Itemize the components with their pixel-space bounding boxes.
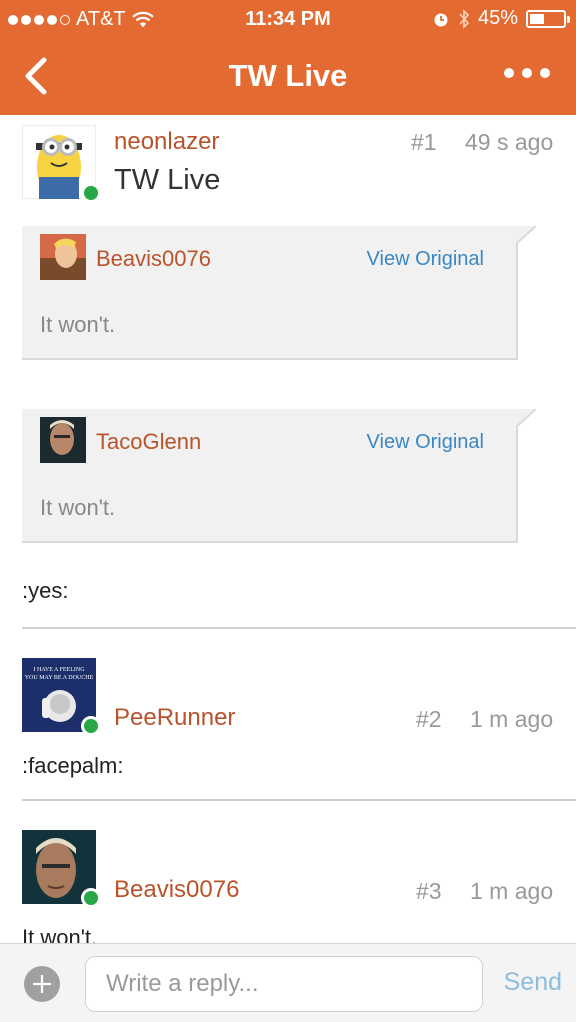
view-original-link[interactable]: View Original <box>367 248 484 271</box>
nav-bar: TW Live <box>0 38 576 115</box>
quote-avatar[interactable] <box>40 417 86 463</box>
post-time: 49 s ago <box>465 129 554 155</box>
bluetooth-icon <box>459 8 470 29</box>
post-divider <box>22 799 576 801</box>
quote-block: TacoGlenn View Original It won't. <box>22 409 536 543</box>
quote-tail <box>516 409 536 428</box>
quote-username[interactable]: Beavis0076 <box>96 246 211 272</box>
plus-icon <box>33 975 51 993</box>
app-header: AT&T 11:34 PM 45% TW Live <box>0 0 576 115</box>
svg-text:YOU MAY BE A DOUCHE: YOU MAY BE A DOUCHE <box>25 675 94 681</box>
post-time: 1 m ago <box>470 878 554 904</box>
battery-icon <box>526 9 570 28</box>
svg-text:I HAVE A FEELING: I HAVE A FEELING <box>33 667 85 673</box>
quote-block: Beavis0076 View Original It won't. <box>22 226 536 360</box>
alarm-icon <box>434 13 448 26</box>
add-attachment-button[interactable] <box>24 966 60 1002</box>
post-username[interactable]: PeeRunner <box>114 704 235 732</box>
thread-title: TW Live <box>114 164 221 196</box>
online-indicator <box>81 183 101 203</box>
page-title: TW Live <box>228 58 348 93</box>
status-right: 45% <box>432 7 570 30</box>
quote-tail <box>516 226 536 245</box>
post-time: 1 m ago <box>470 706 554 732</box>
post-username[interactable]: neonlazer <box>114 128 219 156</box>
quote-text: It won't. <box>40 495 116 520</box>
post-number: #1 <box>411 129 437 155</box>
quote-avatar[interactable] <box>40 234 86 280</box>
more-dots-icon[interactable] <box>504 68 550 78</box>
status-bar: AT&T 11:34 PM 45% <box>0 0 576 38</box>
thread-content[interactable]: neonlazer #1 49 s ago TW Live Beavis0076… <box>0 115 576 943</box>
post-username[interactable]: Beavis0076 <box>114 876 239 904</box>
post-body: It won't. <box>22 925 98 943</box>
post-number: #2 <box>416 706 442 732</box>
view-original-link[interactable]: View Original <box>367 431 484 454</box>
online-indicator <box>81 716 101 736</box>
quote-username[interactable]: TacoGlenn <box>96 429 201 455</box>
post-body: :facepalm: <box>22 753 124 778</box>
battery-percent: 45% <box>477 7 518 29</box>
send-button[interactable]: Send <box>504 968 562 997</box>
post-number: #3 <box>416 878 442 904</box>
online-indicator <box>81 888 101 908</box>
reply-input[interactable] <box>85 956 483 1012</box>
post-body: :yes: <box>22 578 69 603</box>
quote-text: It won't. <box>40 312 116 337</box>
post-divider <box>22 627 576 629</box>
reply-bar: Send <box>0 943 576 1022</box>
